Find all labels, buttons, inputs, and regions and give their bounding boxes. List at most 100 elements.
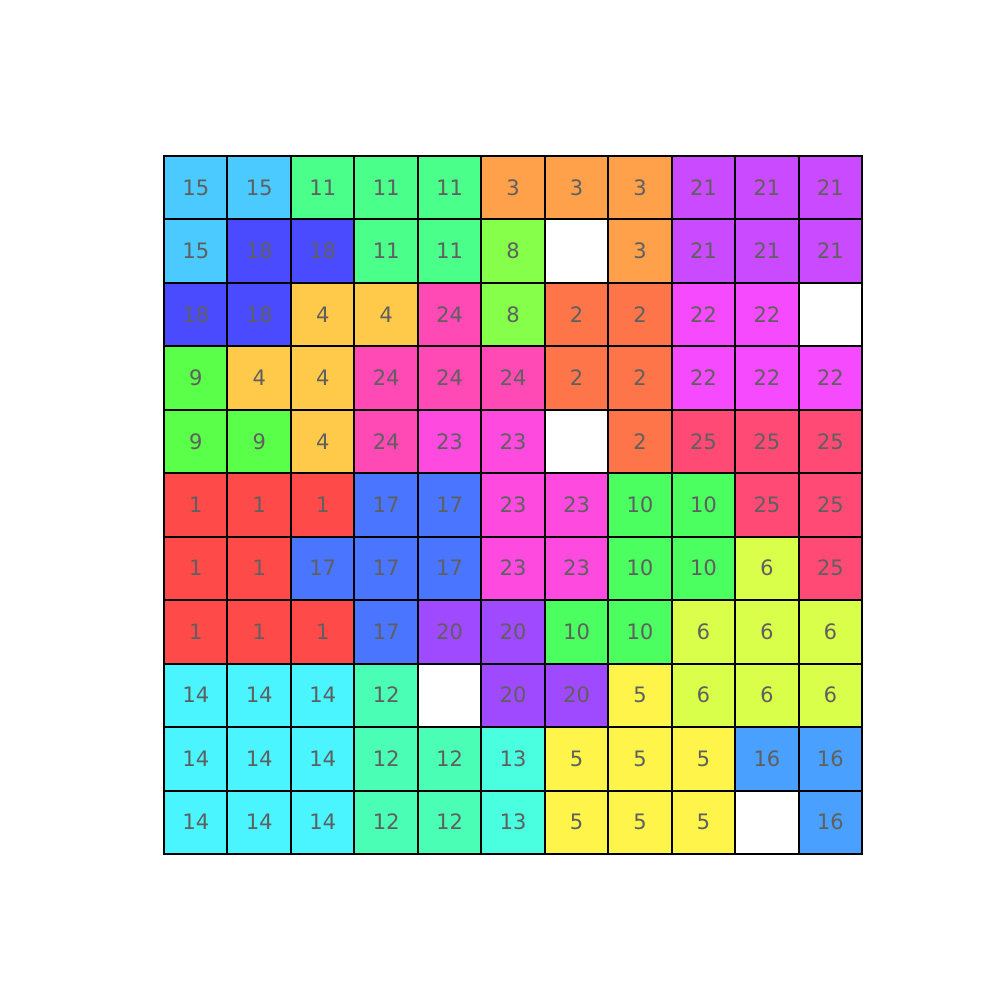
region-cell[interactable]: 18: [227, 219, 291, 283]
region-cell[interactable]: 17: [354, 600, 418, 664]
region-cell[interactable]: 15: [164, 219, 228, 283]
region-cell[interactable]: 6: [671, 600, 736, 664]
region-cell[interactable]: 22: [798, 346, 862, 410]
region-cell[interactable]: 5: [544, 790, 609, 854]
region-cell[interactable]: 18: [164, 282, 228, 347]
region-cell[interactable]: 17: [354, 536, 418, 601]
region-cell[interactable]: 2: [608, 409, 672, 474]
region-cell[interactable]: 22: [671, 282, 736, 347]
region-cell[interactable]: 15: [227, 156, 291, 220]
region-cell[interactable]: 12: [417, 727, 482, 791]
region-cell[interactable]: 9: [227, 409, 291, 474]
region-cell[interactable]: 6: [671, 663, 736, 728]
region-cell[interactable]: 9: [164, 409, 228, 474]
region-cell[interactable]: 11: [417, 156, 482, 220]
region-cell[interactable]: 1: [227, 600, 291, 664]
region-cell[interactable]: 16: [798, 790, 862, 854]
region-cell[interactable]: 14: [290, 727, 355, 791]
region-cell[interactable]: 6: [798, 600, 862, 664]
empty-cell[interactable]: [798, 282, 862, 347]
region-cell[interactable]: 21: [671, 219, 736, 283]
region-cell[interactable]: 14: [227, 663, 291, 728]
empty-cell[interactable]: [417, 663, 482, 728]
region-cell[interactable]: 14: [290, 790, 355, 854]
region-cell[interactable]: 22: [735, 346, 799, 410]
empty-cell[interactable]: [735, 790, 799, 854]
region-cell[interactable]: 14: [227, 790, 291, 854]
region-cell[interactable]: 11: [354, 156, 418, 220]
region-cell[interactable]: 6: [735, 600, 799, 664]
region-cell[interactable]: 20: [417, 600, 482, 664]
region-cell[interactable]: 11: [354, 219, 418, 283]
region-cell[interactable]: 22: [735, 282, 799, 347]
region-cell[interactable]: 5: [671, 727, 736, 791]
empty-cell[interactable]: [544, 409, 609, 474]
region-cell[interactable]: 17: [417, 536, 482, 601]
region-cell[interactable]: 5: [608, 727, 672, 791]
region-cell[interactable]: 15: [164, 156, 228, 220]
region-cell[interactable]: 25: [735, 473, 799, 537]
region-cell[interactable]: 23: [481, 409, 545, 474]
region-cell[interactable]: 3: [608, 219, 672, 283]
empty-cell[interactable]: [544, 219, 609, 283]
region-cell[interactable]: 23: [481, 536, 545, 601]
region-cell[interactable]: 24: [481, 346, 545, 410]
region-cell[interactable]: 24: [417, 346, 482, 410]
region-cell[interactable]: 25: [798, 536, 862, 601]
region-cell[interactable]: 23: [417, 409, 482, 474]
region-cell[interactable]: 5: [608, 663, 672, 728]
region-cell[interactable]: 18: [227, 282, 291, 347]
region-cell[interactable]: 1: [290, 473, 355, 537]
region-cell[interactable]: 24: [354, 409, 418, 474]
region-cell[interactable]: 21: [671, 156, 736, 220]
region-cell[interactable]: 20: [481, 600, 545, 664]
region-cell[interactable]: 3: [608, 156, 672, 220]
region-cell[interactable]: 11: [290, 156, 355, 220]
region-cell[interactable]: 12: [354, 727, 418, 791]
region-cell[interactable]: 13: [481, 727, 545, 791]
region-cell[interactable]: 5: [608, 790, 672, 854]
region-cell[interactable]: 5: [544, 727, 609, 791]
region-cell[interactable]: 4: [354, 282, 418, 347]
region-cell[interactable]: 10: [608, 536, 672, 601]
region-cell[interactable]: 12: [354, 663, 418, 728]
region-cell[interactable]: 6: [735, 663, 799, 728]
region-cell[interactable]: 9: [164, 346, 228, 410]
region-cell[interactable]: 17: [417, 473, 482, 537]
region-cell[interactable]: 10: [671, 536, 736, 601]
region-cell[interactable]: 10: [608, 600, 672, 664]
region-cell[interactable]: 1: [164, 473, 228, 537]
region-cell[interactable]: 10: [671, 473, 736, 537]
region-cell[interactable]: 20: [544, 663, 609, 728]
region-cell[interactable]: 25: [798, 473, 862, 537]
region-cell[interactable]: 2: [544, 346, 609, 410]
region-cell[interactable]: 4: [290, 282, 355, 347]
region-cell[interactable]: 3: [544, 156, 609, 220]
region-cell[interactable]: 14: [164, 727, 228, 791]
region-cell[interactable]: 1: [164, 536, 228, 601]
region-cell[interactable]: 1: [290, 600, 355, 664]
region-cell[interactable]: 6: [798, 663, 862, 728]
region-cell[interactable]: 24: [354, 346, 418, 410]
region-cell[interactable]: 22: [671, 346, 736, 410]
region-cell[interactable]: 1: [227, 536, 291, 601]
region-cell[interactable]: 25: [735, 409, 799, 474]
region-cell[interactable]: 5: [671, 790, 736, 854]
region-cell[interactable]: 4: [290, 409, 355, 474]
region-cell[interactable]: 2: [608, 346, 672, 410]
region-cell[interactable]: 8: [481, 282, 545, 347]
region-cell[interactable]: 21: [798, 156, 862, 220]
region-cell[interactable]: 20: [481, 663, 545, 728]
region-cell[interactable]: 25: [798, 409, 862, 474]
region-cell[interactable]: 1: [227, 473, 291, 537]
region-cell[interactable]: 11: [417, 219, 482, 283]
region-cell[interactable]: 12: [417, 790, 482, 854]
region-cell[interactable]: 14: [164, 790, 228, 854]
region-cell[interactable]: 18: [290, 219, 355, 283]
region-cell[interactable]: 24: [417, 282, 482, 347]
region-cell[interactable]: 23: [544, 473, 609, 537]
region-cell[interactable]: 4: [227, 346, 291, 410]
region-cell[interactable]: 10: [544, 600, 609, 664]
region-cell[interactable]: 23: [544, 536, 609, 601]
region-cell[interactable]: 14: [290, 663, 355, 728]
